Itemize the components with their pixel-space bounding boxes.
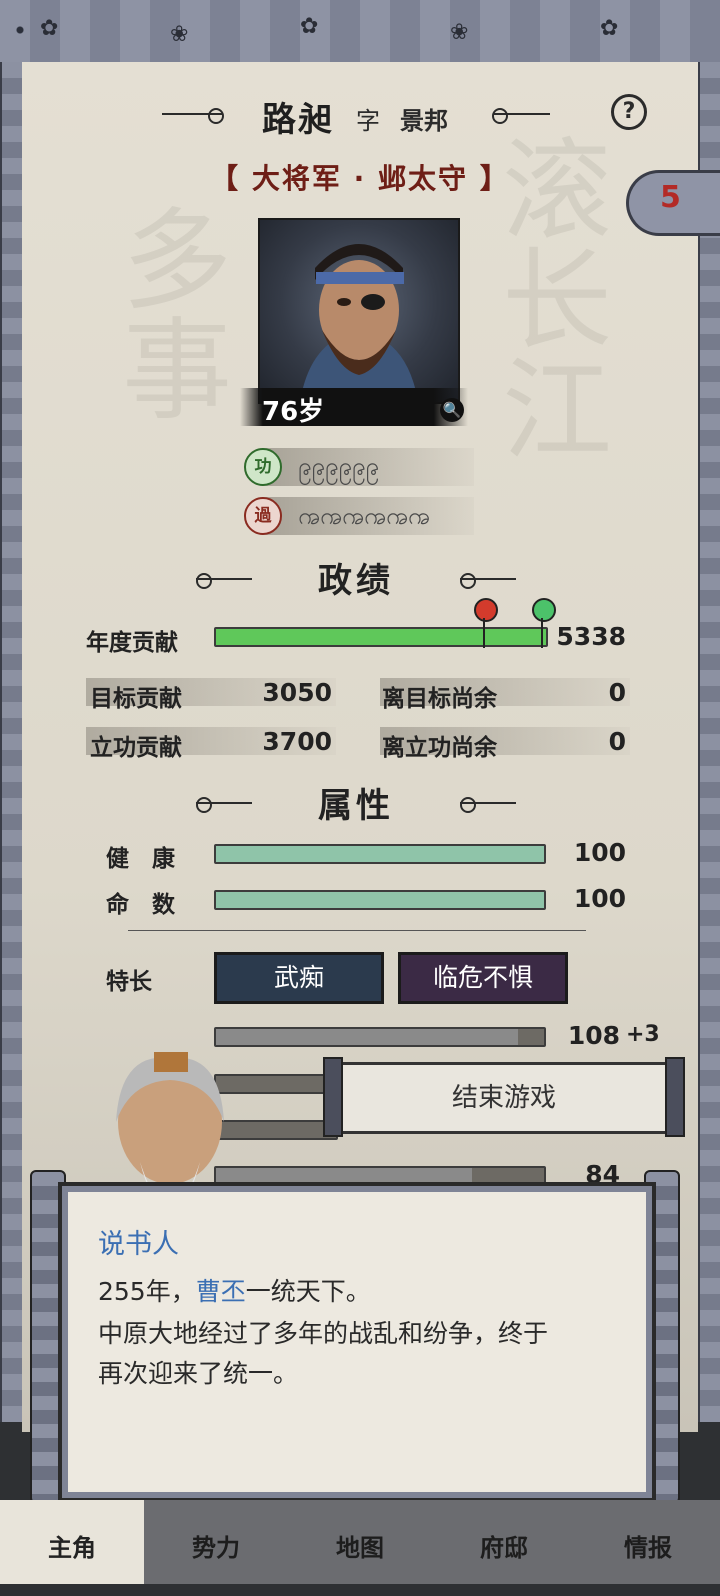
- dialog-line-1: 255年，曹丕一统天下。: [98, 1272, 371, 1308]
- background-calligraphy: 多事: [103, 202, 231, 422]
- health-value: 100: [573, 838, 626, 867]
- target-marker-line: [483, 618, 485, 648]
- target-marker-icon: [474, 598, 498, 622]
- character-name: 路昶: [262, 100, 334, 140]
- courtesy-name: 景邦: [400, 107, 448, 135]
- achievements-heading: 政绩: [318, 561, 394, 601]
- health-fill: [216, 846, 544, 862]
- cloud-count: 5: [660, 180, 681, 215]
- annual-contribution-value: 5338: [556, 622, 626, 651]
- merit-marker-line: [541, 618, 543, 648]
- scroll-roller-left: [323, 1057, 343, 1137]
- ornament-left: [196, 573, 252, 589]
- dialog-line-2: 中原大地经过了多年的战乱和纷争，终于: [98, 1319, 549, 1348]
- ornament-left: [162, 108, 224, 124]
- zoom-icon[interactable]: 🔍: [440, 398, 464, 422]
- courtesy-label: 字: [356, 107, 380, 135]
- ornament-right: [492, 108, 550, 124]
- stat-value: 108: [567, 1021, 620, 1050]
- flower-ornament-icon: ✿: [600, 16, 619, 41]
- right-frame: [698, 62, 720, 1422]
- flower-ornament-icon: ❀: [450, 20, 469, 45]
- official-title: 【 大将军 · 邺太守 】: [210, 162, 510, 195]
- divider: [128, 930, 586, 931]
- dialog-highlight-name: 曹丕: [195, 1277, 246, 1306]
- end-game-button[interactable]: 结束游戏: [323, 1057, 685, 1137]
- scroll-roller-right: [665, 1057, 685, 1137]
- ornament-left: [196, 797, 252, 813]
- trait-button-linweibuju[interactable]: 临危不惧: [398, 952, 568, 1004]
- stat-bonus: +3: [626, 1022, 660, 1047]
- age-text: 76岁: [262, 397, 325, 427]
- health-bar: [214, 844, 546, 864]
- merit-contribution-value: 3700: [262, 727, 332, 756]
- annual-contribution-bar: [214, 627, 548, 647]
- attributes-heading: 属性: [318, 786, 394, 826]
- flower-ornament-icon: ✿: [300, 14, 319, 39]
- character-portrait[interactable]: [258, 218, 460, 404]
- traits-label: 特长: [106, 969, 152, 995]
- tab-intel[interactable]: 情报: [576, 1500, 720, 1584]
- dialog-text: 255年，: [98, 1277, 196, 1306]
- dialog-line-3: 再次迎来了统一。: [98, 1359, 299, 1388]
- merit-remaining-label: 离立功尚余: [382, 735, 497, 761]
- target-contribution-label: 目标贡献: [90, 686, 182, 712]
- help-icon[interactable]: ?: [611, 94, 647, 130]
- demerit-badge-icon: 過: [244, 497, 282, 535]
- merit-contribution-label: 立功贡献: [90, 735, 182, 761]
- merit-marker-icon: [532, 598, 556, 622]
- dialog-text: 一统天下。: [245, 1277, 371, 1306]
- ornament-right: [460, 797, 516, 813]
- health-label: 健 康: [106, 846, 175, 872]
- end-game-label: 结束游戏: [451, 1083, 556, 1113]
- merit-beads: ၉၉၉၉၉၉: [298, 452, 379, 480]
- annual-contribution-label: 年度贡献: [86, 630, 178, 656]
- tab-map[interactable]: 地图: [288, 1500, 432, 1584]
- target-contribution-value: 3050: [262, 678, 332, 707]
- stat-fill: [216, 1029, 518, 1045]
- tab-faction[interactable]: 势力: [144, 1500, 288, 1584]
- target-remaining-label: 离目标尚余: [382, 686, 497, 712]
- fate-value: 100: [573, 884, 626, 913]
- fate-label: 命 数: [106, 892, 175, 918]
- target-remaining-value: 0: [608, 678, 626, 707]
- fate-bar: [214, 890, 546, 910]
- merit-remaining-value: 0: [608, 727, 626, 756]
- left-frame: [0, 62, 24, 1422]
- ornament-right: [460, 573, 516, 589]
- trait-button-wuchi[interactable]: 武痴: [214, 952, 384, 1004]
- demerit-beads: ꩠꩠꩠꩠꩠꩠ: [298, 502, 430, 530]
- fate-fill: [216, 892, 544, 908]
- flower-ornament-icon: ✿: [40, 16, 59, 41]
- stat-bar: [214, 1027, 546, 1047]
- tab-mansion[interactable]: 府邸: [432, 1500, 576, 1584]
- annual-contribution-fill: [216, 629, 546, 645]
- top-decorative-band: ✿ ❀ ✿ ❀ ✿: [0, 0, 720, 65]
- merit-badge-icon: 功: [244, 448, 282, 486]
- flower-ornament-icon: ❀: [170, 22, 189, 47]
- tab-protagonist[interactable]: 主角: [0, 1500, 144, 1584]
- dialog-speaker: 说书人: [98, 1229, 179, 1260]
